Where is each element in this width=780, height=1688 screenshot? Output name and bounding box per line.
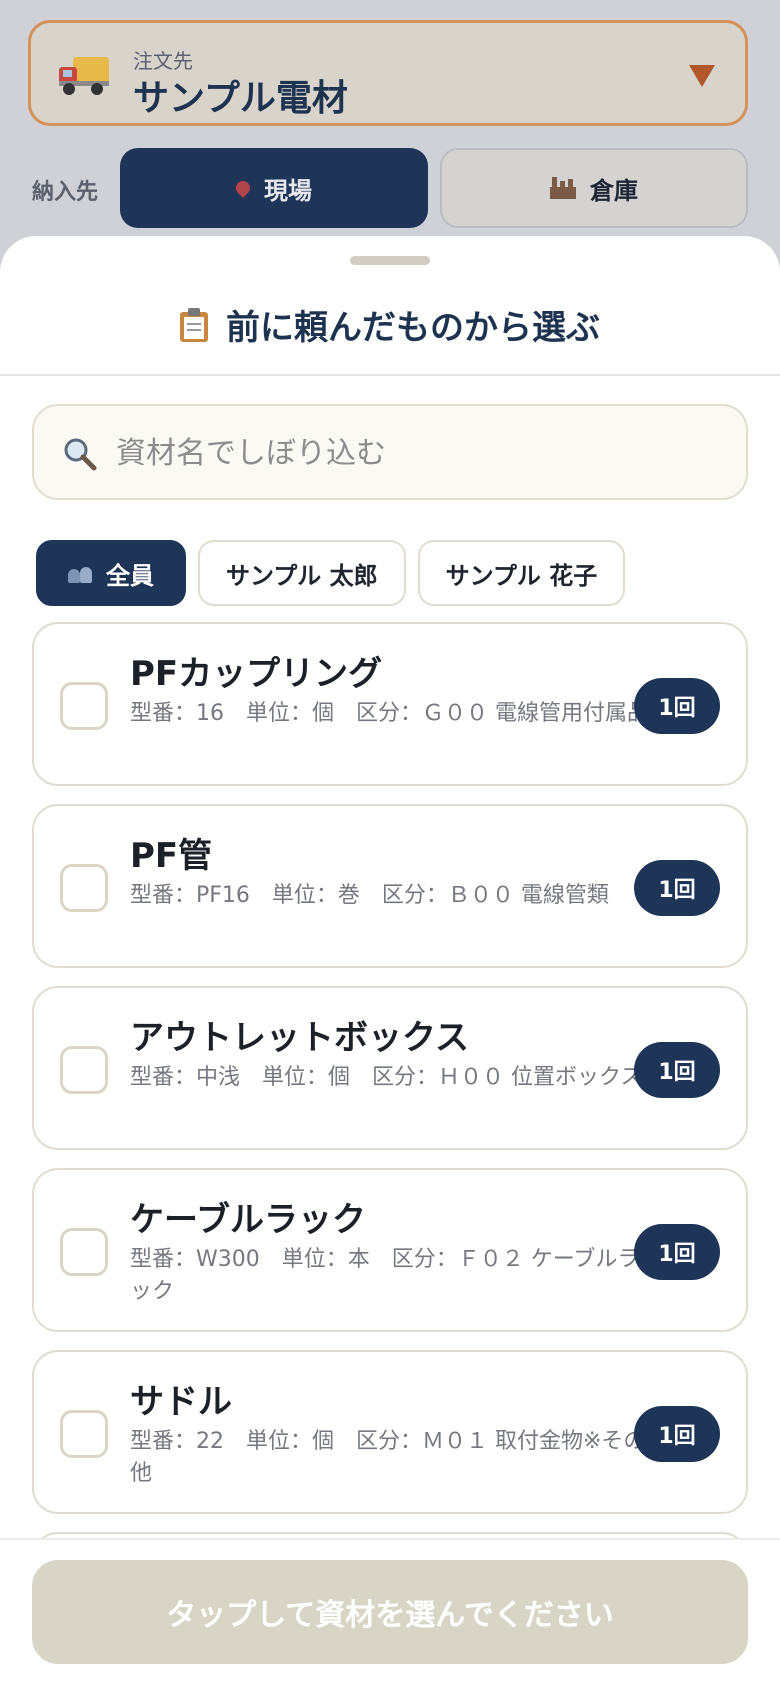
item-checkbox[interactable] — [60, 1046, 108, 1094]
list-item[interactable]: サドル 型番：22 単位：個 区分：Ｍ０１ 取付金物※その他 1回 — [32, 1350, 748, 1514]
search-box[interactable] — [32, 404, 748, 500]
factory-icon — [550, 177, 576, 199]
list-item[interactable]: ケーブルラック 型番：W300 単位：本 区分：Ｆ０２ ケーブルラック 1回 — [32, 1168, 748, 1332]
clipboard-icon — [180, 307, 208, 342]
list-item[interactable]: PFカップリング 型番：16 単位：個 区分：Ｇ００ 電線管用付属品 1回 — [32, 622, 748, 786]
item-details: 型番：PF16 単位：巻 区分：Ｂ００ 電線管類 — [130, 883, 609, 908]
item-checkbox[interactable] — [60, 1410, 108, 1458]
filter-chip-label: 全員 — [106, 561, 154, 590]
search-input[interactable] — [114, 406, 718, 500]
sheet-footer: タップして資材を選んでください — [0, 1538, 780, 1688]
select-materials-button[interactable]: タップして資材を選んでください — [32, 1560, 748, 1664]
item-details: 型番：W300 単位：本 区分：Ｆ０２ ケーブルラック — [130, 1247, 640, 1304]
orderer-filter-chips: 全員 サンプル 太郎 サンプル 花子 — [36, 540, 626, 606]
item-name: PFカップリング — [130, 654, 383, 694]
order-count-badge: 1回 — [634, 1224, 720, 1280]
destination-warehouse-button[interactable]: 倉庫 — [440, 148, 748, 228]
history-bottom-sheet: 前に頼んだものから選ぶ 全員 サンプル 太郎 サンプル 花子 PFカップリング … — [0, 236, 780, 1688]
people-icon — [68, 563, 94, 583]
item-checkbox[interactable] — [60, 682, 108, 730]
search-icon — [64, 438, 97, 471]
item-details: 型番：22 単位：個 区分：Ｍ０１ 取付金物※その他 — [130, 1429, 646, 1486]
list-item[interactable]: アウトレットボックス 型番：中浅 単位：個 区分：Ｈ００ 位置ボックス 1回 — [32, 986, 748, 1150]
material-list: PFカップリング 型番：16 単位：個 区分：Ｇ００ 電線管用付属品 1回 PF… — [32, 622, 748, 1688]
supplier-name: サンプル電材 — [133, 78, 348, 119]
item-details: 型番：16 単位：個 区分：Ｇ００ 電線管用付属品 — [130, 701, 649, 726]
item-name: ケーブルラック — [130, 1200, 366, 1240]
item-checkbox[interactable] — [60, 1228, 108, 1276]
destination-site-label: 現場 — [264, 176, 312, 205]
header-divider — [0, 374, 780, 376]
destination-site-button[interactable]: 現場 — [120, 148, 428, 228]
filter-chip-hanako[interactable]: サンプル 花子 — [417, 540, 626, 606]
filter-chip-taro[interactable]: サンプル 太郎 — [198, 540, 406, 606]
list-item[interactable]: PF管 型番：PF16 単位：巻 区分：Ｂ００ 電線管類 1回 — [32, 804, 748, 968]
item-name: サドル — [130, 1382, 232, 1422]
order-count-badge: 1回 — [634, 1406, 720, 1462]
pin-icon — [233, 178, 253, 198]
order-count-badge: 1回 — [634, 860, 720, 916]
item-details: 型番：中浅 単位：個 区分：Ｈ００ 位置ボックス — [130, 1065, 643, 1090]
sheet-title: 前に頼んだものから選ぶ — [226, 308, 600, 348]
sheet-grabber-handle[interactable] — [350, 256, 430, 265]
supplier-selector[interactable]: 注文先 サンプル電材 — [28, 20, 748, 126]
order-count-badge: 1回 — [634, 1042, 720, 1098]
destination-warehouse-label: 倉庫 — [590, 176, 638, 205]
truck-icon — [59, 57, 109, 95]
destination-label: 納入先 — [32, 180, 99, 205]
filter-chip-label: サンプル 花子 — [445, 561, 598, 590]
filter-chip-all[interactable]: 全員 — [36, 540, 186, 606]
sheet-header: 前に頼んだものから選ぶ — [0, 300, 780, 349]
item-name: アウトレットボックス — [130, 1018, 469, 1058]
order-count-badge: 1回 — [634, 678, 720, 734]
item-checkbox[interactable] — [60, 864, 108, 912]
filter-chip-label: サンプル 太郎 — [226, 561, 378, 590]
dropdown-caret-icon — [689, 65, 715, 87]
item-name: PF管 — [130, 836, 213, 876]
